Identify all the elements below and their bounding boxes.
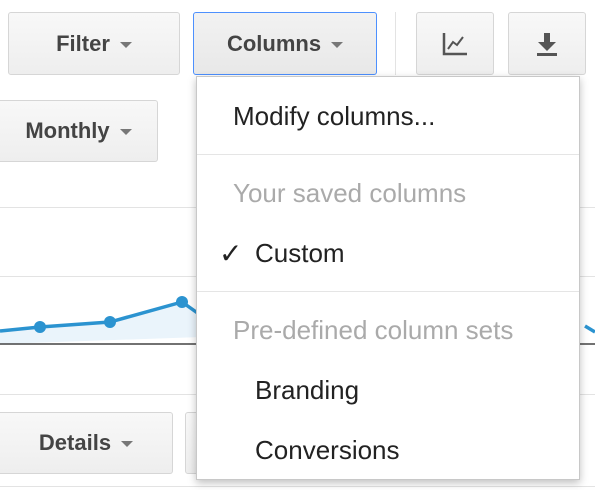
- filter-button[interactable]: Filter: [8, 12, 180, 75]
- data-point: [176, 296, 188, 308]
- chevron-down-icon: [121, 441, 134, 447]
- menu-item-custom[interactable]: ✓ Custom: [197, 238, 579, 269]
- menu-separator: [197, 154, 579, 155]
- download-icon: [537, 32, 557, 56]
- filter-button-label: Filter: [56, 30, 110, 56]
- chart-toggle-button[interactable]: [416, 12, 494, 75]
- download-button[interactable]: [508, 12, 586, 75]
- toolbar-divider: [395, 12, 396, 75]
- line-chart-icon: [442, 32, 467, 55]
- menu-item-conversions[interactable]: Conversions: [197, 435, 579, 466]
- menu-item-custom-label: Custom: [255, 238, 345, 268]
- saved-columns-header: Your saved columns: [233, 178, 467, 208]
- chevron-down-icon: [331, 41, 344, 48]
- bottom-divider: [0, 486, 595, 487]
- columns-dropdown-menu: Modify columns... Your saved columns ✓ C…: [196, 76, 580, 480]
- checkmark-icon: ✓: [219, 238, 243, 269]
- details-button-label: Details: [38, 430, 112, 455]
- menu-item-branding[interactable]: Branding: [197, 375, 579, 406]
- menu-item-modify-columns[interactable]: Modify columns...: [197, 101, 579, 132]
- chevron-down-icon: [119, 129, 132, 135]
- data-point: [34, 321, 46, 333]
- chevron-down-icon: [119, 41, 132, 48]
- columns-button-label: Columns: [226, 30, 322, 56]
- columns-button[interactable]: Columns: [193, 12, 377, 75]
- details-button[interactable]: Details: [0, 412, 173, 474]
- predefined-sets-header: Pre-defined column sets: [233, 315, 514, 345]
- period-select[interactable]: Monthly: [0, 100, 158, 162]
- data-point: [104, 316, 116, 328]
- series-line-right: [584, 324, 595, 334]
- menu-separator: [197, 291, 579, 292]
- period-select-label: Monthly: [25, 118, 110, 143]
